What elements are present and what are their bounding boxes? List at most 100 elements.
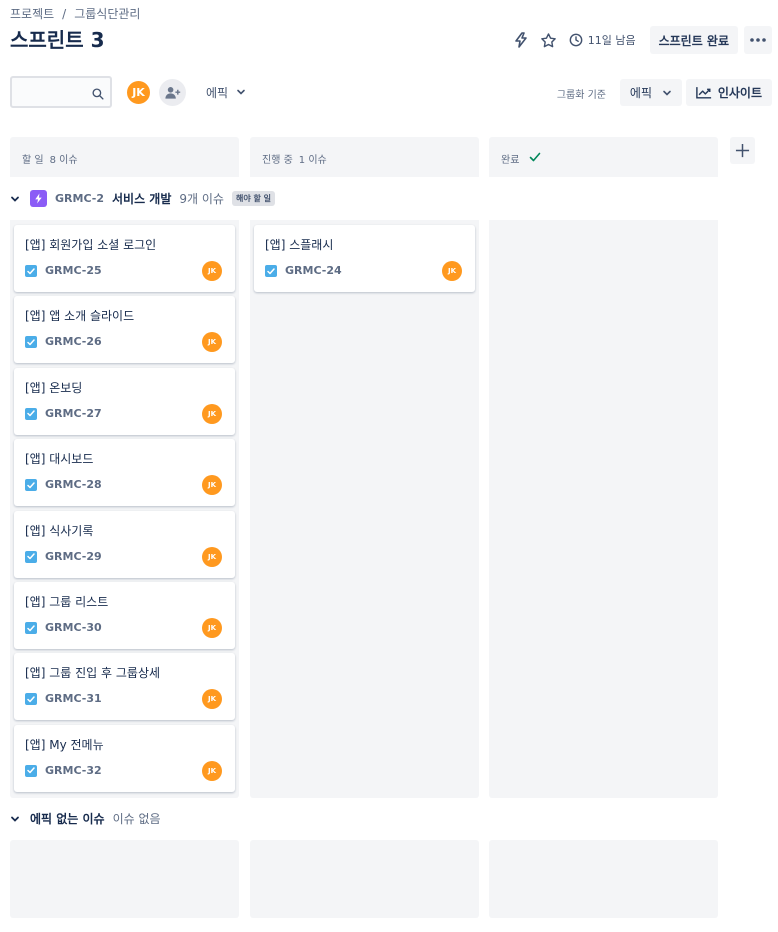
- assignee-avatar[interactable]: JK: [202, 546, 222, 567]
- trend-chart-icon: [696, 87, 711, 99]
- lightning-icon[interactable]: [507, 26, 535, 54]
- clock-icon: [569, 33, 583, 47]
- issue-card[interactable]: [앱] 그룹 리스트 GRMC-30 JK: [14, 582, 235, 649]
- story-check-icon: [25, 336, 37, 349]
- issue-title: [앱] 대시보드: [25, 452, 94, 467]
- insights-button[interactable]: 인사이트: [685, 79, 772, 106]
- no-epic-label: 에픽 없는 이슈: [30, 812, 105, 826]
- issue-key[interactable]: GRMC-31: [45, 692, 102, 705]
- column-todo: [앱] 회원가입 소셜 로그인 GRMC-25 JK [앱] 앱 소개 슬라이드…: [10, 220, 239, 798]
- story-check-icon: [25, 622, 37, 634]
- issue-title: [앱] 온보딩: [25, 380, 83, 395]
- chevron-down-icon: [237, 89, 245, 95]
- epic-name: 서비스 개발: [112, 192, 172, 206]
- issue-key[interactable]: GRMC-26: [45, 335, 102, 348]
- issue-card[interactable]: [앱] 대시보드 GRMC-28 JK: [14, 439, 235, 507]
- search-box: [10, 76, 112, 108]
- story-check-icon: [25, 550, 37, 563]
- add-column-icon[interactable]: [730, 137, 755, 164]
- insights-label: 인사이트: [717, 86, 762, 100]
- issue-title: [앱] 스플래시: [265, 238, 334, 252]
- check-icon: [530, 152, 541, 162]
- issue-key[interactable]: GRMC-24: [285, 264, 342, 277]
- issue-key[interactable]: GRMC-28: [45, 478, 102, 491]
- status-badge: 해야 할 일: [231, 191, 275, 206]
- add-person-icon[interactable]: [159, 79, 186, 106]
- epic-filter-label: 에픽: [206, 85, 229, 100]
- assignee-avatar[interactable]: JK: [202, 475, 222, 496]
- assignee-avatar[interactable]: JK: [202, 618, 222, 638]
- story-check-icon: [25, 479, 37, 492]
- remaining-text: 11일 남음: [587, 34, 636, 47]
- issue-card[interactable]: [앱] 앱 소개 슬라이드 GRMC-26 JK: [14, 296, 235, 364]
- breadcrumb-board[interactable]: 그룹식단관리: [74, 5, 140, 22]
- group-by-select[interactable]: 에픽: [619, 79, 682, 106]
- issue-card[interactable]: [앱] 그룹 진입 후 그룹상세 GRMC-31 JK: [14, 653, 235, 721]
- assignee-avatar[interactable]: JK: [202, 689, 222, 710]
- assignee-avatar[interactable]: JK: [202, 261, 222, 281]
- issue-key[interactable]: GRMC-32: [45, 764, 102, 777]
- no-epic-count: 이슈 없음: [112, 812, 161, 826]
- page-title: 스프린트 3: [10, 28, 105, 52]
- issue-card[interactable]: [앱] 식사기록 GRMC-29 JK: [14, 510, 235, 578]
- issue-title: [앱] 그룹 진입 후 그룹상세: [25, 666, 161, 681]
- search-icon[interactable]: [92, 85, 104, 104]
- column-header-done: 완료: [489, 137, 718, 177]
- story-check-icon: [25, 407, 37, 420]
- issue-title: [앱] 그룹 리스트: [25, 595, 109, 609]
- issue-key[interactable]: GRMC-25: [45, 264, 102, 277]
- column-name: 할 일: [22, 155, 44, 166]
- column-header-in-progress: 진행 중 1 이슈: [250, 137, 479, 177]
- star-icon[interactable]: [535, 26, 563, 54]
- story-check-icon: [265, 265, 277, 277]
- assignee-avatar[interactable]: JK: [442, 261, 462, 281]
- issue-card[interactable]: [앱] 온보딩 GRMC-27 JK: [14, 367, 235, 435]
- epic-issue-count: 9개 이슈: [179, 192, 224, 206]
- story-check-icon: [25, 693, 37, 706]
- assignee-avatar[interactable]: JK: [202, 760, 222, 781]
- issue-card[interactable]: [앱] 회원가입 소셜 로그인 GRMC-25 JK: [14, 225, 235, 292]
- group-by-value: 에픽: [629, 86, 652, 100]
- epic-key: GRMC-2: [55, 192, 104, 205]
- issue-key[interactable]: GRMC-30: [45, 621, 102, 634]
- board-toolbar: JK 에픽 그룹화 기준 에픽 인사이트: [10, 76, 772, 108]
- group-by-label: 그룹화 기준: [556, 90, 606, 101]
- assignee-avatar[interactable]: JK: [202, 403, 222, 424]
- chevron-down-icon: [663, 90, 671, 96]
- epic-filter-dropdown[interactable]: 에픽: [200, 76, 252, 108]
- sprint-remaining: 11일 남음: [569, 32, 636, 48]
- empty-column-in-progress: [250, 840, 479, 918]
- empty-column-done: [489, 840, 718, 918]
- search-input[interactable]: [12, 78, 84, 106]
- breadcrumb-separator: /: [62, 6, 67, 21]
- epic-swimlane-header[interactable]: GRMC-2 서비스 개발 9개 이슈 해야 할 일: [10, 190, 275, 207]
- column-header-todo: 할 일 8 이슈: [10, 137, 239, 177]
- issue-title: [앱] 회원가입 소셜 로그인: [25, 238, 157, 252]
- column-in-progress: [앱] 스플래시 GRMC-24 JK: [250, 220, 479, 798]
- assignee-avatar[interactable]: JK: [202, 332, 222, 353]
- column-name: 진행 중: [262, 155, 293, 166]
- story-check-icon: [25, 265, 37, 277]
- chevron-down-icon[interactable]: [10, 194, 22, 204]
- issue-title: [앱] 식사기록: [25, 523, 94, 538]
- more-options-icon[interactable]: [744, 26, 772, 54]
- epic-icon: [30, 190, 47, 207]
- column-count: 1 이슈: [298, 155, 327, 166]
- header-actions: 11일 남음 스프린트 완료: [507, 26, 772, 54]
- complete-sprint-button[interactable]: 스프린트 완료: [649, 26, 738, 54]
- chevron-down-icon[interactable]: [10, 814, 22, 824]
- issue-key[interactable]: GRMC-29: [45, 550, 102, 563]
- issue-card[interactable]: [앱] My 전메뉴 GRMC-32 JK: [14, 724, 235, 792]
- column-done: [489, 220, 718, 798]
- issue-key[interactable]: GRMC-27: [45, 407, 102, 420]
- issue-card[interactable]: [앱] 스플래시 GRMC-24 JK: [254, 225, 475, 292]
- avatar[interactable]: JK: [125, 79, 152, 106]
- column-count: 8 이슈: [49, 155, 78, 166]
- column-name: 완료: [501, 155, 520, 166]
- breadcrumb: 프로젝트 / 그룹식단관리: [10, 5, 140, 22]
- breadcrumb-project[interactable]: 프로젝트: [10, 5, 54, 22]
- no-epic-swimlane-header[interactable]: 에픽 없는 이슈 이슈 없음: [10, 810, 161, 827]
- empty-column-todo: [10, 840, 239, 918]
- issue-title: [앱] 앱 소개 슬라이드: [25, 309, 135, 324]
- story-check-icon: [25, 764, 37, 777]
